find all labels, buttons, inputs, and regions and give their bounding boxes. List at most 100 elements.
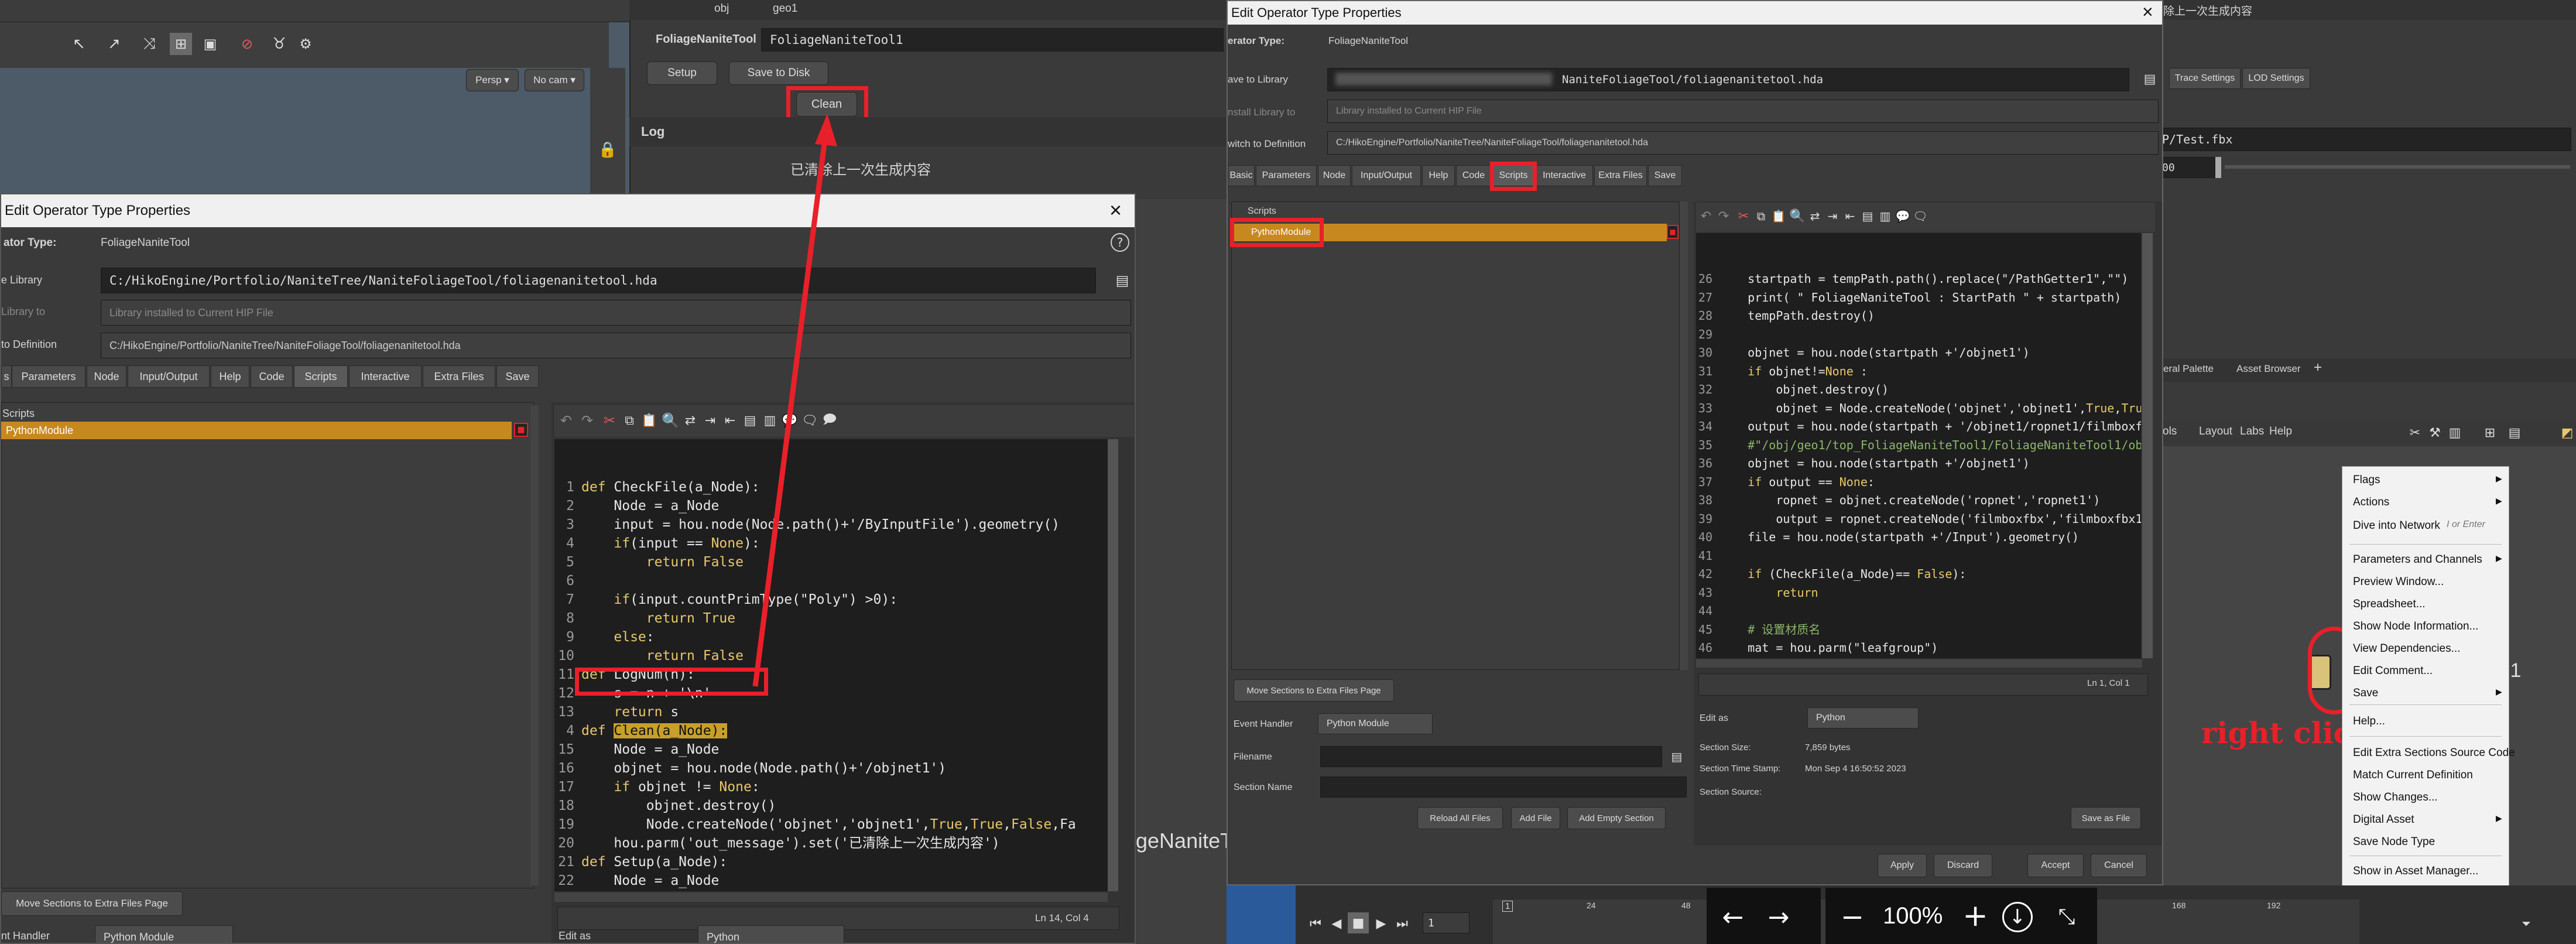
menu-scroll-down-icon[interactable]: ⏷ <box>2517 914 2535 933</box>
scripts-scrollbar[interactable] <box>530 405 539 885</box>
help-icon[interactable]: ? <box>1111 233 1129 252</box>
cam-menu[interactable]: No cam ▾ <box>525 69 584 91</box>
tab-scripts[interactable]: Scripts <box>1492 165 1534 186</box>
tab-code[interactable]: Code <box>251 365 293 388</box>
comment-icon[interactable]: ▤ <box>1860 206 1875 226</box>
edit-as-select[interactable]: Python <box>698 925 844 943</box>
tab-save[interactable]: Save <box>1648 165 1682 186</box>
snap-icon[interactable]: ⊘ <box>237 34 257 54</box>
menu-item[interactable]: Edit Comment... <box>2353 665 2433 678</box>
menu-item[interactable]: View Dependencies... <box>2353 642 2460 655</box>
filename-browse-icon[interactable]: ▤ <box>1668 747 1686 766</box>
select-tool-icon[interactable]: ↖ <box>69 34 89 54</box>
num-field[interactable]: 00 <box>2161 157 2220 178</box>
menu-item[interactable]: Save <box>2353 687 2378 700</box>
browse-icon[interactable]: ▤ <box>2141 69 2159 89</box>
replace-icon[interactable]: ⇄ <box>1807 206 1823 226</box>
tab-save[interactable]: Save <box>496 365 539 388</box>
network-view-icon[interactable]: ▤ <box>2506 423 2523 443</box>
network-tools-icon[interactable]: ✂ <box>2406 423 2424 443</box>
menu-item[interactable]: Spreadsheet... <box>2353 598 2426 611</box>
pane-tab-palette[interactable]: eral Palette <box>2163 363 2214 375</box>
menu-item[interactable]: Save Node Type <box>2353 836 2435 849</box>
section-name-field[interactable] <box>1320 777 1687 798</box>
handle-tool-icon[interactable]: ▣ <box>200 34 220 54</box>
lock-icon[interactable]: 🔒 <box>596 138 619 162</box>
cancel-button[interactable]: Cancel <box>2091 854 2147 877</box>
undo-icon[interactable]: ↶ <box>557 410 575 431</box>
help-bubble-icon[interactable]: 🗨 <box>1913 206 1928 226</box>
pane-tab-asset-browser[interactable]: Asset Browser <box>2236 363 2301 375</box>
node-name-field[interactable]: FoliageNaniteTool1 <box>761 28 1224 52</box>
settings-icon[interactable]: ⚙ <box>296 34 316 54</box>
code-scrollbar-v[interactable] <box>2142 233 2153 658</box>
tab-interactive[interactable]: Interactive <box>349 365 422 388</box>
scripts-scrollbar[interactable] <box>1680 201 1688 670</box>
fbx-path-field[interactable]: P/Test.fbx <box>2161 128 2571 151</box>
zoom-out-icon[interactable]: − <box>1835 899 1870 935</box>
persp-menu[interactable]: Persp ▾ <box>466 69 519 91</box>
install-library-field[interactable]: Library installed to Current HIP File <box>1327 100 2159 123</box>
tab-scripts[interactable]: Scripts <box>294 365 348 388</box>
prev-frame-icon[interactable]: ◀ <box>1327 914 1347 933</box>
move-sections-button[interactable]: Move Sections to Extra Files Page <box>1 891 183 916</box>
menu-labs[interactable]: Labs <box>2240 425 2264 438</box>
menu-item[interactable]: Preview Window... <box>2353 576 2444 589</box>
cut-icon[interactable]: ✂ <box>601 410 618 431</box>
uncomment-icon[interactable]: ▥ <box>1878 206 1893 226</box>
menu-item[interactable]: Dive into Network <box>2353 519 2440 532</box>
menu-item[interactable]: Actions <box>2353 496 2389 509</box>
network-color-icon[interactable]: ◩ <box>2558 423 2576 443</box>
apply-button[interactable]: Apply <box>1878 854 1927 877</box>
menu-item[interactable]: Flags <box>2353 474 2380 487</box>
menu-item[interactable]: Show Changes... <box>2353 791 2438 804</box>
zoom-in-icon[interactable]: + <box>1958 898 1993 933</box>
network-grid-icon[interactable]: ⊞ <box>2481 423 2499 443</box>
menu-layout[interactable]: Layout <box>2199 425 2232 438</box>
first-frame-icon[interactable]: ⏮ <box>1306 914 1325 933</box>
tab-help[interactable]: Help <box>1422 165 1455 186</box>
save-as-file-button[interactable]: Save as File <box>2071 807 2141 829</box>
redo-icon[interactable]: ↷ <box>1716 206 1731 226</box>
outdent-icon[interactable]: ⇤ <box>1842 206 1858 226</box>
move-sections-button[interactable]: Move Sections to Extra Files Page <box>1234 679 1394 702</box>
accept-button[interactable]: Accept <box>2027 854 2084 877</box>
undo-icon[interactable]: ↶ <box>1698 206 1714 226</box>
menu-item[interactable]: Help... <box>2353 715 2385 728</box>
close-icon[interactable]: × <box>2142 1 2153 23</box>
slider-track[interactable] <box>2225 165 2570 169</box>
move-tool-icon[interactable]: ↗ <box>104 34 124 54</box>
tab-extra-files[interactable]: Extra Files <box>423 365 495 388</box>
tab-node[interactable]: Node <box>1318 165 1351 186</box>
trace-settings-button[interactable]: Trace Settings <box>2169 68 2241 89</box>
redo-icon[interactable]: ↷ <box>578 410 596 431</box>
reload-all-files-button[interactable]: Reload All Files <box>1417 807 1503 829</box>
copy-icon[interactable]: ⧉ <box>621 410 638 431</box>
path-obj[interactable]: obj <box>714 2 729 15</box>
menu-item[interactable]: Digital Asset <box>2353 813 2414 826</box>
add-empty-section-button[interactable]: Add Empty Section <box>1567 807 1666 829</box>
menu-item[interactable]: Parameters and Channels <box>2353 553 2482 566</box>
snippet-icon[interactable]: 💬 <box>1895 206 1910 226</box>
event-handler-select[interactable]: Python Module <box>95 925 233 943</box>
code-scrollbar-v[interactable] <box>1108 439 1118 891</box>
code-editor[interactable]: 26 startpath = tempPath.path().replace("… <box>1696 233 2141 658</box>
frame-field[interactable]: 1 <box>1423 912 1469 933</box>
tab-parameters[interactable]: Parameters <box>1256 165 1317 186</box>
tab-interactive[interactable]: Interactive <box>1536 165 1593 186</box>
install-library-field[interactable]: Library installed to Current HIP File <box>101 300 1131 326</box>
switch-def-field[interactable]: C:/HikoEngine/Portfolio/NaniteTree/Nanit… <box>1327 131 2159 155</box>
tab-input-output[interactable]: Input/Output <box>1352 165 1421 186</box>
add-tab-icon[interactable]: + <box>2314 360 2322 376</box>
scale-tool-icon[interactable]: ⊞ <box>170 33 192 55</box>
menu-item[interactable]: Match Current Definition <box>2353 769 2473 782</box>
cut-icon[interactable]: ✂ <box>1736 206 1751 226</box>
path-geo[interactable]: geo1 <box>773 2 797 15</box>
tab-node[interactable]: Node <box>87 365 126 388</box>
event-handler-select[interactable]: Python Module <box>1318 713 1433 734</box>
forward-arrow-icon[interactable]: → <box>1761 899 1796 935</box>
tab-code[interactable]: Code <box>1456 165 1491 186</box>
menu-tools[interactable]: ols <box>2163 425 2177 438</box>
tab-parameters[interactable]: Parameters <box>12 365 85 388</box>
tab-help[interactable]: Help <box>211 365 249 388</box>
